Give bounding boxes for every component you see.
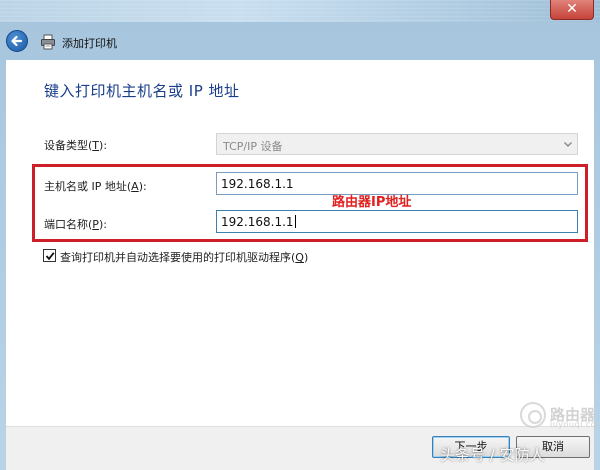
query-driver-checkbox[interactable] — [43, 249, 56, 262]
device-type-value: TCP/IP 设备 — [223, 140, 283, 153]
close-button[interactable]: ✕ — [550, 0, 594, 20]
window-title: 添加打印机 — [62, 37, 117, 50]
wizard-nav: 添加打印机 — [0, 22, 600, 60]
wizard-content — [6, 60, 594, 470]
page-heading: 键入打印机主机名或 IP 地址 — [44, 82, 240, 100]
chevron-down-icon — [564, 142, 572, 147]
query-driver-label: 查询打印机并自动选择要使用的打印机驱动程序(Q) — [60, 249, 308, 265]
device-type-label-end: ): — [99, 139, 108, 152]
back-arrow-icon — [11, 35, 23, 47]
query-driver-label-text: 查询打印机并自动选择要使用的打印机驱动程序( — [60, 251, 296, 264]
checkmark-icon — [45, 252, 55, 261]
query-driver-hotkey: Q — [295, 251, 304, 264]
close-icon: ✕ — [566, 1, 578, 17]
watermark-logo-subtext: luyouqi.com — [550, 420, 600, 429]
device-type-label: 设备类型(T): — [44, 137, 107, 153]
titlebar-texture — [0, 0, 600, 22]
query-driver-label-end: ) — [303, 251, 309, 264]
window-titlebar: ✕ — [0, 0, 600, 22]
router-ip-annotation: 路由器IP地址 — [332, 195, 412, 210]
device-type-select[interactable]: TCP/IP 设备 — [216, 133, 578, 155]
back-button[interactable] — [6, 30, 28, 52]
device-type-label-text: 设备类型( — [44, 139, 93, 152]
watermark-logo-icon — [520, 402, 546, 428]
printer-icon — [41, 34, 55, 50]
watermark-source: 头条号 / 安防人 — [440, 446, 545, 464]
highlight-box — [32, 164, 588, 242]
